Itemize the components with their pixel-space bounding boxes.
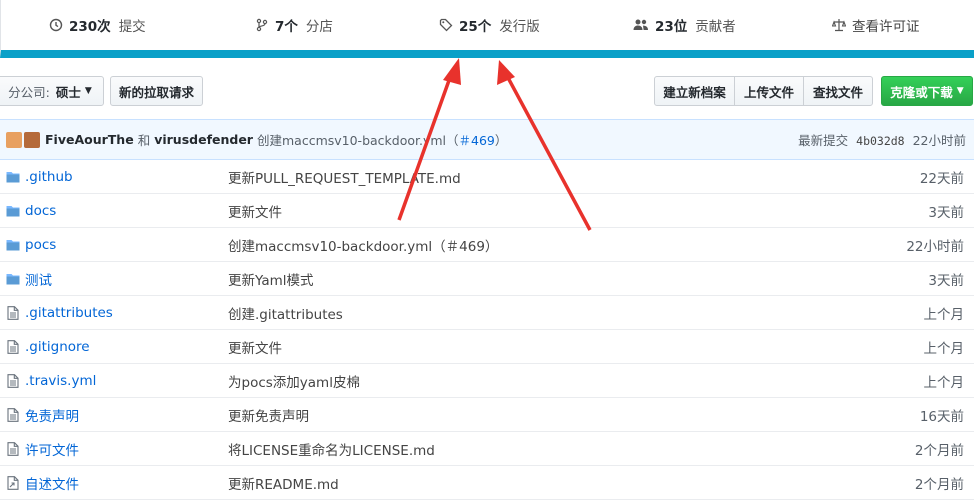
history-icon: [49, 18, 63, 32]
file-name[interactable]: .travis.yml: [25, 373, 96, 389]
commits-stat[interactable]: 230次 提交: [49, 0, 146, 50]
contributors-stat[interactable]: 23位 贡献者: [633, 0, 736, 50]
releases-count: 25个: [459, 19, 492, 35]
table-row: 许可文件 将LICENSE重命名为LICENSE.md 2个月前: [0, 432, 974, 466]
file-name[interactable]: .gitattributes: [25, 305, 113, 321]
commits-count: 230次: [69, 19, 111, 35]
branch-icon: [255, 18, 269, 32]
table-row: .gitattributes 创建.gitattributes 上个月: [0, 296, 974, 330]
releases-stat[interactable]: 25个 发行版: [439, 0, 540, 50]
people-icon: [633, 18, 649, 32]
commit-message[interactable]: 创建maccmsv10-backdoor.yml（: [257, 130, 459, 149]
commit-age: 22小时前: [912, 133, 966, 148]
commits-label: 提交: [118, 19, 146, 35]
contributors-label: 贡献者: [695, 19, 736, 35]
table-row: 免责声明 更新免责声明 16天前: [0, 398, 974, 432]
file-age: 2个月前: [914, 442, 964, 459]
branch-select-button[interactable]: 分公司: 硕士 ▼: [0, 76, 104, 106]
file-commit-message[interactable]: 更新README.md: [228, 473, 339, 493]
releases-label: 发行版: [499, 19, 540, 35]
file-icon: [6, 408, 20, 422]
file-icon: [6, 374, 20, 388]
file-commit-message[interactable]: 更新文件: [228, 201, 282, 221]
file-name[interactable]: pocs: [25, 237, 56, 253]
file-commit-message[interactable]: 更新PULL_REQUEST_TEMPLATE.md: [228, 167, 461, 187]
commit-author[interactable]: FiveAourThe: [45, 132, 134, 147]
file-age: 上个月: [923, 374, 965, 391]
clone-or-download-button[interactable]: 克隆或下载 ▼: [881, 76, 973, 106]
file-age: 22天前: [919, 170, 964, 187]
branches-label: 分店: [305, 19, 333, 35]
commit-message-close: ）: [494, 133, 508, 148]
file-commit-message[interactable]: 更新文件: [228, 337, 282, 357]
create-new-file-button[interactable]: 建立新档案: [654, 76, 735, 106]
folder-icon: [6, 170, 20, 184]
table-row: pocs 创建maccmsv10-backdoor.yml（＃469） 22小时…: [0, 228, 974, 262]
file-icon: [6, 340, 20, 354]
caret-down-icon: ▼: [84, 86, 92, 96]
upload-files-button[interactable]: 上传文件: [734, 76, 804, 106]
file-list: .github 更新PULL_REQUEST_TEMPLATE.md 22天前 …: [0, 160, 974, 500]
law-icon: [832, 18, 846, 32]
table-row: .travis.yml 为pocs添加yaml皮棉 上个月: [0, 364, 974, 398]
file-commit-message[interactable]: 创建.gitattributes: [228, 303, 343, 323]
commit-and: 和: [137, 133, 151, 148]
commit-sha[interactable]: 4b032d8: [856, 134, 904, 148]
file-age: 22小时前: [906, 238, 964, 255]
file-commit-message[interactable]: 为pocs添加yaml皮棉: [228, 371, 360, 391]
file-commit-message[interactable]: 将LICENSE重命名为LICENSE.md: [228, 439, 435, 459]
file-name[interactable]: 许可文件: [25, 439, 79, 459]
license-stat[interactable]: 查看许可证: [832, 0, 920, 50]
folder-icon: [6, 238, 20, 252]
branch-name: 硕士: [55, 84, 81, 100]
branches-stat[interactable]: 7个 分店: [255, 0, 333, 50]
file-age: 2个月前: [914, 476, 964, 493]
table-row: .github 更新PULL_REQUEST_TEMPLATE.md 22天前: [0, 160, 974, 194]
table-row: docs 更新文件 3天前: [0, 194, 974, 228]
contributors-count: 23位: [655, 19, 688, 35]
file-age: 3天前: [928, 272, 964, 289]
table-row: .gitignore 更新文件 上个月: [0, 330, 974, 364]
license-label: 查看许可证: [852, 19, 920, 35]
file-name[interactable]: 免责声明: [25, 405, 79, 425]
file-commit-message[interactable]: 更新Yaml模式: [228, 269, 314, 289]
file-commit-message[interactable]: 更新免责声明: [228, 405, 309, 425]
commit-pr-link[interactable]: ＃469: [459, 130, 495, 149]
caret-down-icon: ▼: [956, 86, 964, 96]
file-name[interactable]: 自述文件: [25, 473, 79, 493]
branches-count: 7个: [275, 19, 298, 35]
file-commit-message[interactable]: 创建maccmsv10-backdoor.yml（＃469）: [228, 235, 498, 255]
file-name[interactable]: .gitignore: [25, 339, 90, 355]
new-pull-request-button[interactable]: 新的拉取请求: [110, 76, 203, 106]
folder-icon: [6, 204, 20, 218]
file-age: 上个月: [923, 306, 965, 323]
file-navigation: 分公司: 硕士 ▼ 新的拉取请求 建立新档案 上传文件 查找文件 克隆或下载 ▼: [0, 58, 974, 119]
latest-commit-meta: 最新提交 4b032d8 22小时前: [798, 130, 966, 149]
branch-prefix: 分公司:: [8, 84, 50, 100]
folder-icon: [6, 272, 20, 286]
latest-commit-bar: FiveAourThe 和 virusdefender 创建maccmsv10-…: [0, 119, 974, 160]
latest-commit-label: 最新提交: [798, 133, 849, 148]
table-row: 自述文件 更新README.md 2个月前: [0, 466, 974, 500]
file-icon: [6, 306, 20, 320]
symlink-file-icon: [6, 476, 20, 490]
file-icon: [6, 442, 20, 456]
find-file-button[interactable]: 查找文件: [803, 76, 873, 106]
avatar[interactable]: [6, 131, 22, 148]
file-age: 3天前: [928, 204, 964, 221]
table-row: 测试 更新Yaml模式 3天前: [0, 262, 974, 296]
repo-stats-bar: 230次 提交 7个 分店 25个 发行版 23位 贡献者 查看许可证: [0, 0, 974, 58]
tag-icon: [439, 18, 453, 32]
avatar[interactable]: [24, 131, 40, 148]
file-name[interactable]: docs: [25, 203, 56, 219]
file-name[interactable]: 测试: [25, 269, 52, 289]
file-name[interactable]: .github: [25, 169, 73, 185]
file-age: 16天前: [919, 408, 964, 425]
clone-label: 克隆或下载: [890, 84, 953, 100]
file-age: 上个月: [923, 340, 965, 357]
commit-coauthor[interactable]: virusdefender: [154, 132, 253, 147]
